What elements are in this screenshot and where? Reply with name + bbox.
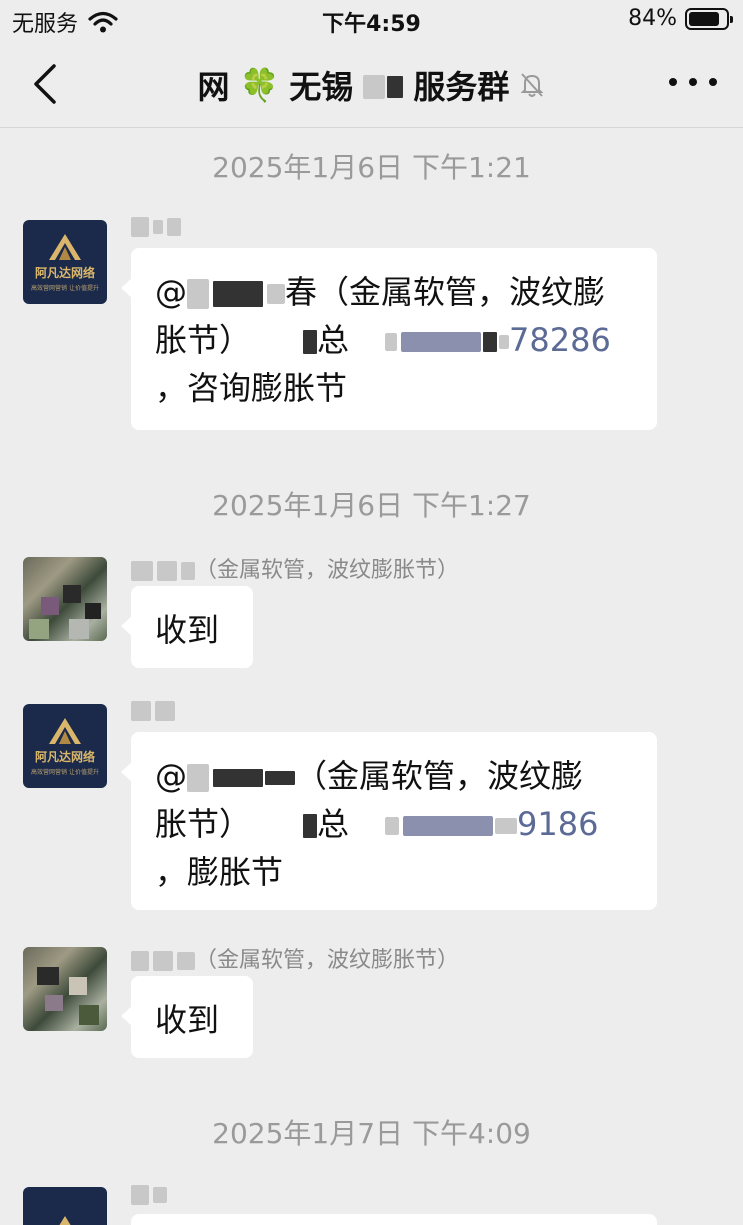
clover-emoji: 🍀 [239,66,280,104]
more-dot [709,78,717,86]
avatar-pixel [79,1005,99,1025]
sender-suffix: （金属软管，波纹膨胀节） [195,948,460,973]
message-line: 胀节） 总 9186 [155,800,633,848]
more-dots-icon [669,78,677,86]
title-city: 无锡 [289,68,354,106]
avatar[interactable]: 阿凡达网络 高效营网营销 让价值提升 [23,704,107,788]
sender-name: （金属软管，波纹膨胀节） [131,942,459,974]
message-line: @ 春（金属软管，波纹膨 [155,268,633,316]
brand-name: 阿凡达网络 [34,750,95,764]
brand-logo-icon [59,1216,71,1225]
message-line: ，膨胀节 [155,853,284,891]
more-button[interactable] [669,62,717,102]
more-dot [689,78,697,86]
chat-title[interactable]: 网 🍀 无锡 服务群 [90,62,653,108]
brand-tagline: 高效营网营销 让价值提升 [31,769,99,776]
avatar-pixel [69,619,89,639]
phone-link: 78286 [509,321,611,359]
message-bubble[interactable]: @ （金属软管，波纹膨 胀节） 总 9186 ，膨胀节 [121,732,657,910]
sender-name-redacted [131,214,181,239]
mention-at: @ [155,273,187,311]
brand-tagline: 高效营网营销 让价值提升 [31,285,99,292]
avatar-pixel [29,619,49,639]
message-text: 收到 [155,611,220,649]
message-line: ，咨询膨胀节 [155,369,348,407]
message-bubble[interactable]: @ 春（金属软管，波纹膨 胀节） 总 78286 ，咨询膨胀节 [121,248,657,430]
message-text: 收到 [155,1001,220,1039]
avatar-pixel [69,977,87,995]
avatar[interactable] [23,557,107,641]
title-suffix: 服务群 [413,68,510,106]
mention-at: @ [155,757,187,795]
avatar[interactable] [23,1187,107,1225]
status-right: 84% [628,6,733,31]
nav-bar: 网 🍀 无锡 服务群 [0,40,743,128]
battery-fill [689,11,720,26]
back-button[interactable] [26,60,66,108]
avatar[interactable]: 阿凡达网络 高效营网营销 让价值提升 [23,220,107,304]
battery-icon [685,7,733,30]
message-line: 胀节） 总 78286 [155,316,633,364]
title-prefix: 网 [197,68,230,106]
avatar-pixel [63,585,81,603]
avatar[interactable] [23,947,107,1031]
message-bubble[interactable]: 收到 [121,976,253,1058]
brand-logo-icon [49,718,81,744]
message-text: 总 [317,805,350,843]
message-bubble[interactable]: 收到 [121,586,253,668]
sender-name-redacted [131,1182,167,1207]
battery-nub [730,15,733,23]
avatar-pixel [37,967,59,985]
title-redacted [363,66,404,104]
chevron-left-icon [34,64,56,104]
phone-link: 9186 [517,805,599,843]
message-text: 总 [317,321,350,359]
message-text: 胀节） [155,321,252,359]
avatar-pixel [41,597,59,615]
message-text: （金属软管，波纹膨 [295,757,584,795]
avatar-pixel [45,995,63,1011]
timestamp: 2025年1月7日 下午4:09 [212,1117,531,1150]
avatar-pixel [85,603,101,619]
battery-percent: 84% [628,6,677,31]
sender-suffix: （金属软管，波纹膨胀节） [195,558,460,583]
bell-slash-icon [521,73,544,97]
brand-name: 阿凡达网络 [34,266,95,280]
sender-name: （金属软管，波纹膨胀节） [131,552,459,584]
message-bubble[interactable] [131,1214,657,1225]
message-line: @ （金属软管，波纹膨 [155,752,633,800]
message-text: 春（金属软管，波纹膨 [285,273,606,311]
timestamp: 2025年1月6日 下午1:21 [212,151,531,184]
message-text: 胀节） [155,805,252,843]
timestamp: 2025年1月6日 下午1:27 [212,489,531,522]
brand-logo-icon [49,234,81,260]
status-bar: 无服务 下午4:59 84% [0,0,743,40]
sender-name-redacted [131,698,175,723]
